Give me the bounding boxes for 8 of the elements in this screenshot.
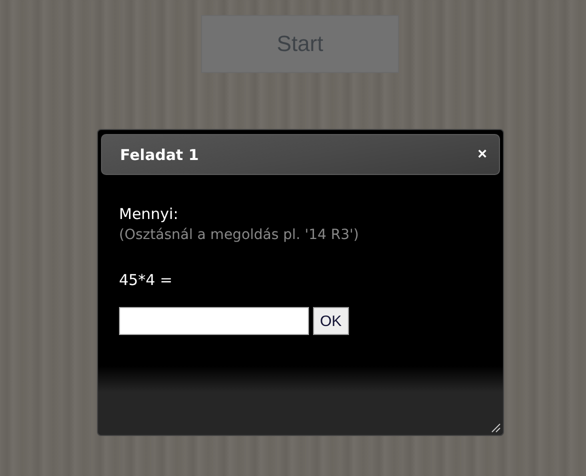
answer-field[interactable]	[119, 307, 309, 335]
dialog-title: Feladat 1	[120, 146, 199, 164]
close-button[interactable]: ×	[478, 146, 487, 164]
ok-button[interactable]: OK	[313, 307, 349, 335]
question-text: 45*4 =	[119, 271, 174, 289]
hint-text: (Osztásnál a megoldás pl. '14 R3')	[119, 226, 360, 245]
prompt-text: Mennyi:	[119, 204, 180, 225]
resize-grip-icon[interactable]	[489, 421, 501, 433]
